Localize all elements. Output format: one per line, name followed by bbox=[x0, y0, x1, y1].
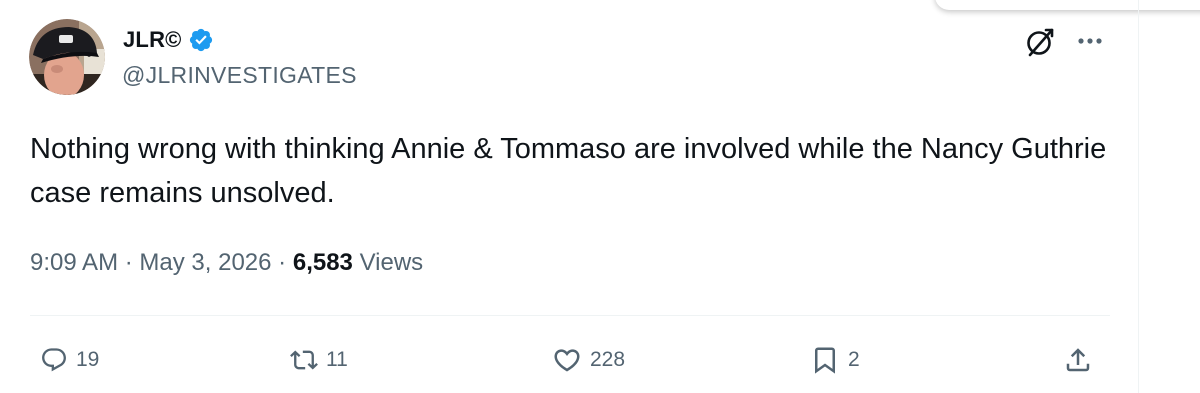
avatar[interactable] bbox=[29, 19, 105, 95]
views-label: Views bbox=[359, 249, 424, 276]
heart-icon bbox=[554, 349, 580, 372]
tweet-time[interactable]: 9:09 AM bbox=[30, 249, 118, 276]
reply-button[interactable]: 19 bbox=[40, 340, 99, 380]
action-divider bbox=[30, 315, 1110, 316]
tweet-meta: 9:09 AM · May 3, 2026 · 6,583 Views bbox=[30, 249, 423, 277]
author-handle[interactable]: @JLRINVESTIGATES bbox=[122, 62, 357, 89]
column-divider bbox=[1138, 0, 1139, 393]
tweet-date[interactable]: May 3, 2026 bbox=[139, 249, 271, 276]
meta-separator: · bbox=[124, 249, 133, 276]
grok-icon[interactable] bbox=[1024, 26, 1056, 58]
reply-count: 19 bbox=[76, 348, 100, 371]
tweet-page: JLR© @JLRINVESTIGATES Nothing wrong with… bbox=[0, 0, 1200, 393]
views-count: 6,583 bbox=[292, 249, 353, 276]
bookmark-button[interactable]: 2 bbox=[810, 340, 860, 380]
avatar-image bbox=[29, 19, 105, 95]
reply-bubble-icon bbox=[42, 348, 66, 372]
author-name-row: JLR© bbox=[123, 26, 214, 54]
verified-badge-icon[interactable] bbox=[188, 27, 214, 53]
more-dots-icon[interactable] bbox=[1073, 28, 1107, 54]
like-count: 228 bbox=[590, 348, 626, 371]
repost-arrows-icon bbox=[290, 350, 318, 370]
like-button[interactable]: 228 bbox=[552, 340, 625, 380]
repost-count: 11 bbox=[326, 348, 348, 371]
repost-button[interactable]: 11 bbox=[290, 340, 348, 380]
bookmark-icon bbox=[815, 347, 835, 374]
display-name[interactable]: JLR© bbox=[123, 27, 182, 53]
tweet-text: Nothing wrong with thinking Annie & Tomm… bbox=[30, 133, 1107, 209]
share-upload-icon bbox=[1066, 348, 1090, 372]
bookmark-count: 2 bbox=[848, 348, 860, 371]
share-button[interactable] bbox=[1063, 340, 1093, 380]
floating-panel-edge bbox=[935, 0, 1200, 10]
meta-separator: · bbox=[278, 249, 287, 276]
